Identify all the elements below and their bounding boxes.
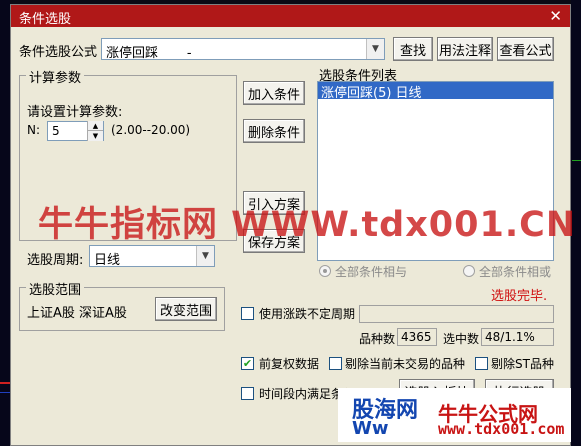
progress-bar	[359, 305, 554, 323]
and-radio-label: 全部条件相与	[335, 265, 408, 279]
find-button[interactable]: 查找	[393, 37, 433, 61]
chevron-down-icon[interactable]: ▼	[366, 39, 384, 59]
spin-up-icon[interactable]: ▲	[88, 121, 103, 131]
window-title: 条件选股	[19, 12, 72, 27]
exclude-untraded-checkbox[interactable]	[329, 357, 342, 370]
exclude-st-label: 剔除ST品种	[491, 357, 554, 371]
params-prompt: 请设置计算参数:	[27, 105, 123, 120]
param-n-label: N:	[27, 123, 41, 137]
param-n-input[interactable]: 5 ▲ ▼	[47, 121, 104, 141]
variable-period-checkbox[interactable]	[241, 307, 254, 320]
exclude-st-checkbox[interactable]	[475, 357, 488, 370]
period-value: 日线	[94, 253, 121, 268]
selected-value: 48/1.1%	[481, 328, 554, 346]
time-range-checkbox[interactable]	[241, 387, 254, 400]
param-n-spinner[interactable]: ▲ ▼	[87, 121, 103, 141]
delete-condition-button[interactable]: 删除条件	[243, 119, 305, 143]
period-select[interactable]: 日线 ▼	[89, 245, 215, 268]
site-logo: 股海网 Ww 牛牛公式网 www.tdx001.com	[338, 388, 571, 442]
exclude-untraded-label: 剔除当前未交易的品种	[345, 357, 466, 371]
list-item[interactable]: 涨停回踩(5) 日线	[318, 82, 553, 101]
and-radio[interactable]	[319, 265, 331, 277]
status-text: 选股完毕.	[491, 289, 548, 304]
background-chart-line	[0, 382, 10, 384]
scope-value: 上证A股 深证A股	[27, 306, 127, 321]
add-condition-button[interactable]: 加入条件	[243, 81, 305, 105]
fq-label: 前复权数据	[259, 357, 320, 371]
spin-down-icon[interactable]: ▼	[88, 131, 103, 141]
logo-url: www.tdx001.com	[438, 420, 565, 438]
param-n-range: (2.00--20.00)	[111, 123, 191, 137]
watermark-text: 牛牛指标网 WWW.tdx001.CN	[38, 205, 577, 245]
variable-period-label: 使用涨跌不定周期	[259, 307, 356, 321]
formula-value: 涨停回踩 -	[106, 46, 192, 61]
or-radio-label: 全部条件相或	[479, 265, 552, 279]
usage-notes-button[interactable]: 用法注释	[437, 37, 493, 61]
param-n-value: 5	[52, 124, 60, 138]
scope-group-label: 选股范围	[26, 279, 85, 298]
background-chart-left	[0, 0, 10, 446]
title-bar: 条件选股 ✕	[11, 5, 570, 27]
params-group-label: 计算参数	[26, 67, 85, 86]
count-label: 品种数	[359, 332, 396, 346]
close-icon[interactable]: ✕	[549, 7, 562, 25]
view-formula-button[interactable]: 查看公式	[497, 37, 554, 61]
background-chart-line	[572, 160, 581, 161]
logo-text-blue-2: Ww	[352, 418, 389, 439]
fq-checkbox[interactable]: ✔	[241, 357, 254, 370]
selected-label: 选中数	[443, 332, 480, 346]
formula-label: 条件选股公式	[19, 45, 98, 60]
change-scope-button[interactable]: 改变范围	[155, 297, 217, 321]
or-radio[interactable]	[463, 265, 475, 277]
count-value: 4365	[397, 328, 437, 346]
period-label: 选股周期:	[27, 253, 84, 268]
background-chart-line	[0, 392, 10, 393]
chevron-down-icon[interactable]: ▼	[196, 246, 214, 266]
formula-select[interactable]: 涨停回踩 - ▼	[101, 38, 385, 61]
